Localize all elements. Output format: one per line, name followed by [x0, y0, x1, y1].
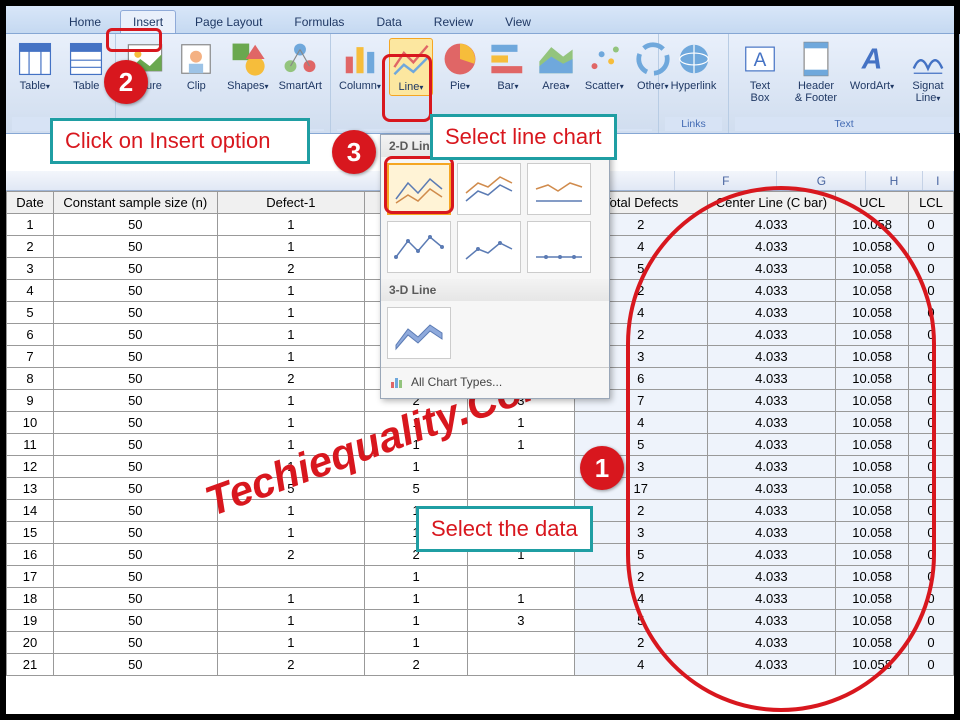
headerfooter-label: Header& Footer	[795, 80, 837, 104]
line-markers-option[interactable]	[387, 221, 451, 273]
smartart-button[interactable]: SmartArt	[277, 38, 324, 94]
line-stacked-option[interactable]	[457, 163, 521, 215]
svg-text:A: A	[754, 50, 767, 71]
tab-home[interactable]: Home	[56, 10, 114, 33]
line-3d-option[interactable]	[387, 307, 451, 359]
pie-label: Pie	[450, 80, 470, 92]
clipart-button[interactable]: Clip	[174, 38, 220, 94]
pie-chart-button[interactable]: Pie	[439, 38, 481, 94]
line-100stacked-option[interactable]	[527, 163, 591, 215]
highlight-line-button	[382, 54, 432, 122]
highlight-line-option	[384, 156, 454, 214]
group-text-title: Text	[735, 117, 953, 131]
smartart-label: SmartArt	[279, 80, 322, 92]
shapes-label: Shapes	[227, 80, 268, 92]
hyperlink-label: Hyperlink	[671, 80, 717, 92]
group-links-title: Links	[665, 117, 722, 131]
svg-text:A: A	[861, 44, 883, 76]
pivot-label: Table	[20, 80, 50, 92]
textbox-button[interactable]: A TextBox	[735, 38, 785, 106]
dropdown-3d-header: 3-D Line	[381, 279, 609, 301]
callout-line-chart: Select line chart	[430, 114, 617, 160]
hyperlink-button[interactable]: Hyperlink	[665, 38, 722, 94]
line-stacked-markers-option[interactable]	[457, 221, 521, 273]
tab-data[interactable]: Data	[363, 10, 414, 33]
tab-review[interactable]: Review	[421, 10, 486, 33]
header-defect1[interactable]: Defect-1	[217, 192, 365, 214]
scatter-label: Scatter	[585, 80, 624, 92]
sigline-label: SignatLine	[912, 80, 943, 104]
step-badge-1: 1	[580, 446, 624, 490]
clip-label: Clip	[187, 80, 206, 92]
header-date[interactable]: Date	[7, 192, 54, 214]
tab-formulas[interactable]: Formulas	[281, 10, 357, 33]
shapes-button[interactable]: Shapes	[225, 38, 271, 94]
scatter-chart-button[interactable]: Scatter	[583, 38, 626, 94]
tab-view[interactable]: View	[492, 10, 544, 33]
highlight-insert-tab	[106, 28, 162, 52]
table-button[interactable]: Table	[64, 38, 110, 94]
wordart-button[interactable]: A WordArt	[847, 38, 897, 94]
tab-page-layout[interactable]: Page Layout	[182, 10, 275, 33]
line-100stacked-markers-option[interactable]	[527, 221, 591, 273]
area-label: Area	[542, 80, 569, 92]
column-label: Column	[339, 80, 381, 92]
bar-label: Bar	[497, 80, 518, 92]
area-chart-button[interactable]: Area	[535, 38, 577, 94]
all-chart-types-label: All Chart Types...	[411, 375, 502, 389]
textbox-label: TextBox	[750, 80, 770, 104]
header-sample-size[interactable]: Constant sample size (n)	[54, 192, 217, 214]
wordart-label: WordArt	[850, 80, 894, 92]
pivottable-button[interactable]: Table	[12, 38, 58, 94]
step-badge-2: 2	[104, 60, 148, 104]
column-chart-button[interactable]: Column	[337, 38, 383, 94]
sigline-button[interactable]: SignatLine	[903, 38, 953, 106]
bar-chart-button[interactable]: Bar	[487, 38, 529, 94]
callout-insert: Click on Insert option	[50, 118, 310, 164]
headerfooter-button[interactable]: Header& Footer	[791, 38, 841, 106]
step-badge-3: 3	[332, 130, 376, 174]
highlight-data-selection	[626, 186, 936, 712]
callout-select-data: Select the data	[416, 506, 593, 552]
header-lcl[interactable]: LCL	[909, 192, 954, 214]
all-charts-icon	[389, 374, 405, 390]
all-chart-types-option[interactable]: All Chart Types...	[381, 370, 609, 394]
table-label: Table	[73, 80, 99, 92]
